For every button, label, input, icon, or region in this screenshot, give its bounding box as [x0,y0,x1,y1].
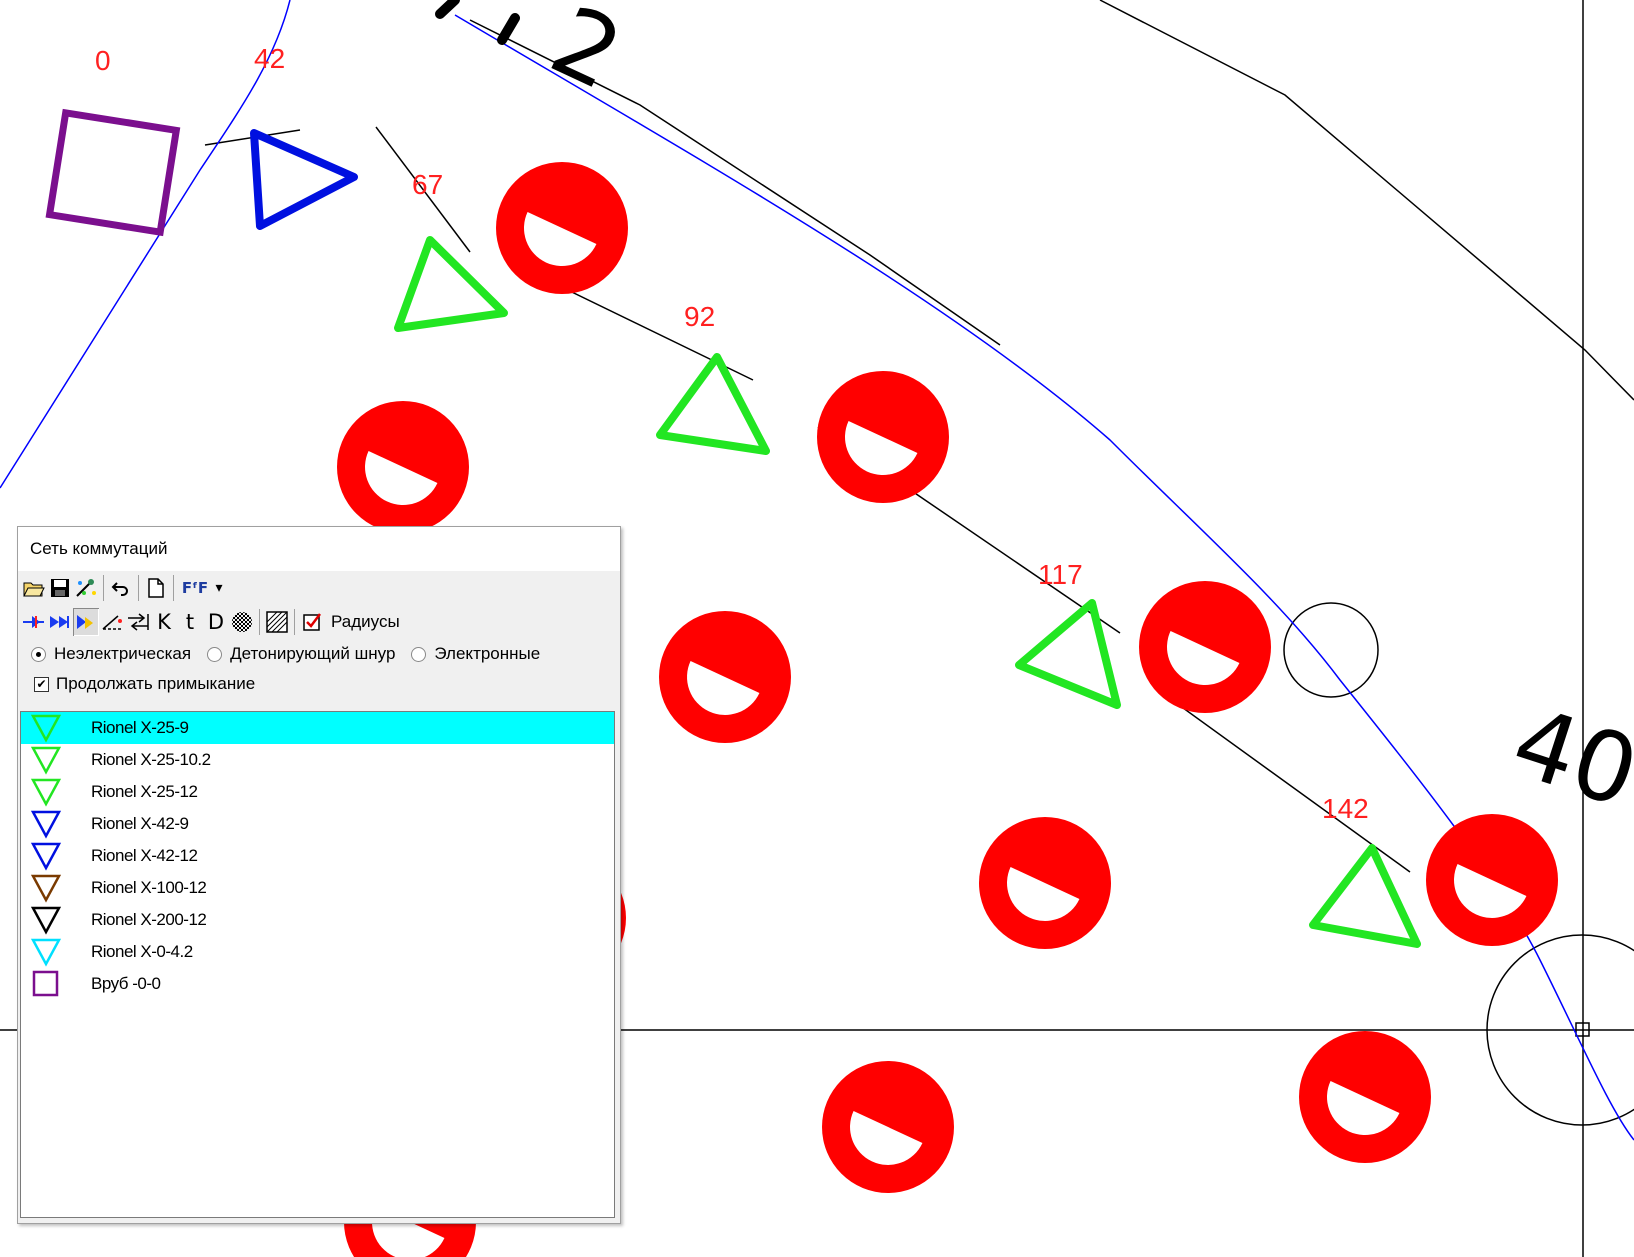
hatch-square-icon[interactable] [264,608,290,636]
d-tool-button[interactable]: D [203,608,229,636]
blast-hole[interactable] [979,817,1111,949]
k-tool-button[interactable]: K [151,608,177,636]
detonator-list-item[interactable]: Rionel X-42-12 [21,840,614,872]
block-number-label: 40 [1500,685,1634,829]
toolbar-separator [103,575,104,601]
delay-label: 92 [684,301,715,332]
detonator-list-item[interactable]: Rionel X-25-12 [21,776,614,808]
radio-indicator [207,646,223,662]
detonator-list-item[interactable]: Rionel X-100-12 [21,872,614,904]
triangle-icon [30,778,62,807]
connection-type-options: Неэлектрическая Детонирующий шнур Электр… [18,639,620,669]
radio-detcord[interactable]: Детонирующий шнур [207,644,395,664]
toolbar-separator [294,609,295,635]
detonator-list-item[interactable]: Rionel X-200-12 [21,904,614,936]
continue-checkbox[interactable]: ✔ [34,676,49,692]
detonator-label: Rionel X-200-12 [91,910,207,929]
play-yellow-icon[interactable] [73,608,99,636]
cut-square-marker[interactable] [45,108,181,237]
green-detonator-marker[interactable] [656,353,770,455]
blast-hole[interactable] [337,401,469,533]
blast-hole[interactable] [1299,1031,1431,1163]
toolbar-top: FᶠF ▾ [18,571,620,605]
hatch-pattern-icon[interactable] [229,608,255,636]
radio-nonelectric[interactable]: Неэлектрическая [31,644,191,664]
detonator-label: Вруб -0-0 [91,974,161,993]
triangle-icon [30,746,62,775]
spacing-icon[interactable] [125,608,151,636]
toolbar-bottom: K t D Радиусы [18,605,620,639]
cut-tick [435,0,520,45]
triangle-icon [30,874,62,903]
detonator-list-item[interactable]: Rionel X-42-9 [21,808,614,840]
blast-hole[interactable] [817,371,949,503]
continue-label: Продолжать примыкание [56,674,256,693]
detonator-label: Rionel X-0-4.2 [91,942,193,961]
radio-indicator [31,646,46,662]
detonator-label: Rionel X-42-9 [91,814,189,833]
blast-hole[interactable] [659,611,791,743]
radio-label: Детонирующий шнур [230,644,396,663]
green-detonator-marker[interactable] [1309,844,1421,948]
radio-label: Электронные [434,644,541,663]
radio-label: Неэлектрическая [54,644,192,663]
detonator-label: Rionel X-100-12 [91,878,207,897]
new-page-icon[interactable] [143,574,169,602]
blast-hole[interactable] [496,162,628,294]
blast-hole[interactable] [1426,814,1558,946]
magic-icon[interactable] [73,574,99,602]
radio-electronic[interactable]: Электронные [411,644,540,664]
save-icon[interactable] [47,574,73,602]
delay-label: 142 [1322,793,1369,824]
green-detonator-marker[interactable] [1015,599,1121,709]
add-arrow-icon[interactable] [21,608,47,636]
detonator-label: Rionel X-25-9 [91,718,189,737]
blast-hole[interactable] [1139,581,1271,713]
toolbar-separator [259,609,260,635]
detonator-label: Rionel X-25-10.2 [91,750,211,769]
blast-hole[interactable] [822,1061,954,1193]
blue-detonator-marker[interactable] [250,129,358,230]
triangle-icon [30,938,62,967]
detonator-label: Rionel X-25-12 [91,782,198,801]
dropdown-arrow-icon[interactable]: ▾ [212,574,226,602]
t-tool-button[interactable]: t [177,608,203,636]
triangle-icon [30,842,62,871]
triangle-icon [30,714,62,743]
detonator-list-item[interactable]: Rionel X-25-10.2 [21,744,614,776]
detonator-list[interactable]: Rionel X-25-9 Rionel X-25-10.2 Rionel X-25… [20,711,615,1218]
square-icon [32,970,59,997]
open-folder-icon[interactable] [21,574,47,602]
delay-label: 67 [412,169,443,200]
radius-check-icon[interactable] [299,608,325,636]
toolbar-separator [173,575,174,601]
radio-indicator [411,646,427,662]
radius-circle [1283,602,1379,698]
double-arrow-icon[interactable] [47,608,73,636]
triangle-icon [30,810,62,839]
detonator-label: Rionel X-42-12 [91,846,198,865]
panel-title: Сеть коммутаций [18,527,620,571]
detonator-list-item[interactable]: Rionel X-0-4.2 [21,936,614,968]
delay-label: 42 [254,43,285,74]
detonator-list-item[interactable]: Rionel X-25-9 [21,712,614,744]
delay-label: 117 [1038,559,1083,590]
font-icon[interactable]: FᶠF [178,574,212,602]
undo-icon[interactable] [108,574,134,602]
switching-network-panel: Сеть коммутаций FᶠF ▾ K t D Радиусы Неэл… [17,526,621,1224]
radius-label: Радиусы [331,612,400,631]
block-number-label: 2 [535,0,638,112]
detonator-list-item[interactable]: Вруб -0-0 [21,968,614,1000]
green-detonator-marker[interactable] [394,236,508,332]
toolbar-separator [138,575,139,601]
angle-link-icon[interactable] [99,608,125,636]
triangle-icon [30,906,62,935]
delay-label: 0 [95,45,111,76]
continue-adjacency-row[interactable]: ✔ Продолжать примыкание [18,669,620,699]
